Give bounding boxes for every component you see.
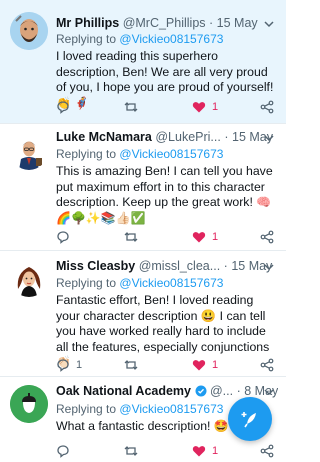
retweet-button[interactable] [124, 99, 144, 115]
retweet-button[interactable] [124, 357, 144, 373]
retweet-button[interactable] [124, 443, 144, 459]
reply-button[interactable] [56, 99, 76, 115]
replying-to-label: Replying to [56, 147, 117, 161]
share-icon [260, 230, 274, 244]
separator-dot: · [223, 259, 228, 273]
retweet-icon [124, 360, 138, 370]
retweet-button[interactable] [124, 229, 144, 245]
replying-to: Replying to @Vickieo08157673 [56, 402, 223, 416]
reply-count: 1 [76, 359, 83, 371]
avatar[interactable] [10, 385, 48, 423]
retweet-icon [124, 232, 138, 242]
tweet-text: I loved reading this superhero descripti… [56, 49, 274, 94]
tweet-actions: 1 1 [56, 357, 278, 373]
heart-icon [192, 446, 206, 457]
replying-to-link[interactable]: @Vickieo08157673 [119, 402, 223, 416]
reply-button[interactable] [56, 443, 76, 459]
reply-button[interactable] [56, 229, 76, 245]
reply-button[interactable]: 1 [56, 357, 82, 373]
like-count: 1 [212, 359, 219, 371]
share-icon [260, 100, 274, 114]
chevron-down-icon[interactable] [262, 385, 276, 399]
like-button[interactable]: 1 [192, 99, 218, 115]
share-button[interactable] [260, 357, 274, 373]
reply-icon [57, 445, 69, 458]
share-icon [260, 358, 274, 372]
reply-icon [57, 101, 69, 114]
replying-to-label: Replying to [56, 402, 117, 416]
tweet-text: This is amazing Ben! I can tell you have… [56, 164, 273, 209]
replying-to: Replying to @Vickieo08157673 [56, 276, 223, 290]
retweet-icon [124, 102, 138, 112]
author-name[interactable]: Miss Cleasby [56, 259, 135, 273]
like-count: 1 [212, 231, 219, 243]
reply-icon [57, 231, 69, 244]
replying-to-label: Replying to [56, 276, 117, 290]
tweet-actions: 1 [56, 443, 278, 459]
avatar[interactable] [10, 259, 48, 297]
replying-to-link[interactable]: @Vickieo08157673 [119, 147, 223, 161]
verified-badge-icon [195, 385, 206, 397]
author-name[interactable]: Oak National Academy [56, 384, 191, 398]
like-button[interactable]: 1 [192, 443, 218, 459]
heart-icon [192, 360, 206, 371]
like-button[interactable]: 1 [192, 229, 218, 245]
reply-icon [57, 359, 69, 372]
like-count: 1 [212, 445, 219, 457]
tweet-text: What a fantastic description! [56, 419, 211, 433]
replying-to-label: Replying to [56, 32, 117, 46]
tweet-actions: 1 [56, 229, 278, 245]
feather-plus-icon [241, 412, 256, 428]
share-button[interactable] [260, 99, 274, 115]
tweet-emoji: 🤩 [213, 419, 229, 433]
tweet-luke-mcnamara[interactable]: Luke McNamara @LukePri... · 15 May Reply… [0, 124, 286, 251]
replying-to-link[interactable]: @Vickieo08157673 [119, 276, 223, 290]
tweet-text: Fantastic effort, Ben! I loved reading y… [56, 293, 270, 354]
share-icon [260, 444, 274, 458]
replying-to: Replying to @Vickieo08157673 [56, 32, 223, 46]
tweet-miss-cleasby[interactable]: Miss Cleasby @missl_clea... · 15 May Rep… [0, 251, 286, 377]
tweet-mr-phillips[interactable]: Mr Phillips @MrC_Phillips · 15 May Reply… [0, 0, 286, 124]
chevron-down-icon[interactable] [262, 260, 276, 274]
like-button[interactable]: 1 [192, 357, 218, 373]
author-handle[interactable]: @LukePri... [155, 130, 221, 144]
replying-to: Replying to @Vickieo08157673 [56, 147, 223, 161]
heart-icon [192, 232, 206, 243]
author-handle[interactable]: @MrC_Phillips [123, 16, 206, 30]
avatar[interactable] [10, 132, 48, 170]
like-count: 1 [212, 101, 219, 113]
compose-tweet-button[interactable] [228, 397, 272, 441]
retweet-icon [124, 446, 138, 456]
chevron-down-icon[interactable] [262, 17, 276, 31]
timestamp[interactable]: 15 May [217, 16, 258, 30]
author-name[interactable]: Mr Phillips [56, 16, 119, 30]
author-handle[interactable]: @... [210, 384, 233, 398]
avatar[interactable] [10, 12, 48, 50]
author-name[interactable]: Luke McNamara [56, 130, 152, 144]
separator-dot: · [236, 384, 241, 398]
separator-dot: · [209, 16, 214, 30]
tweet-text-block: This is amazing Ben! I can tell you have… [56, 164, 278, 226]
separator-dot: · [224, 130, 229, 144]
replying-to-link[interactable]: @Vickieo08157673 [119, 32, 223, 46]
share-button[interactable] [260, 443, 274, 459]
heart-icon [192, 102, 206, 113]
share-button[interactable] [260, 229, 274, 245]
chevron-down-icon[interactable] [262, 131, 276, 145]
author-handle[interactable]: @missl_clea... [139, 259, 220, 273]
tweet-actions: 1 [56, 99, 278, 115]
